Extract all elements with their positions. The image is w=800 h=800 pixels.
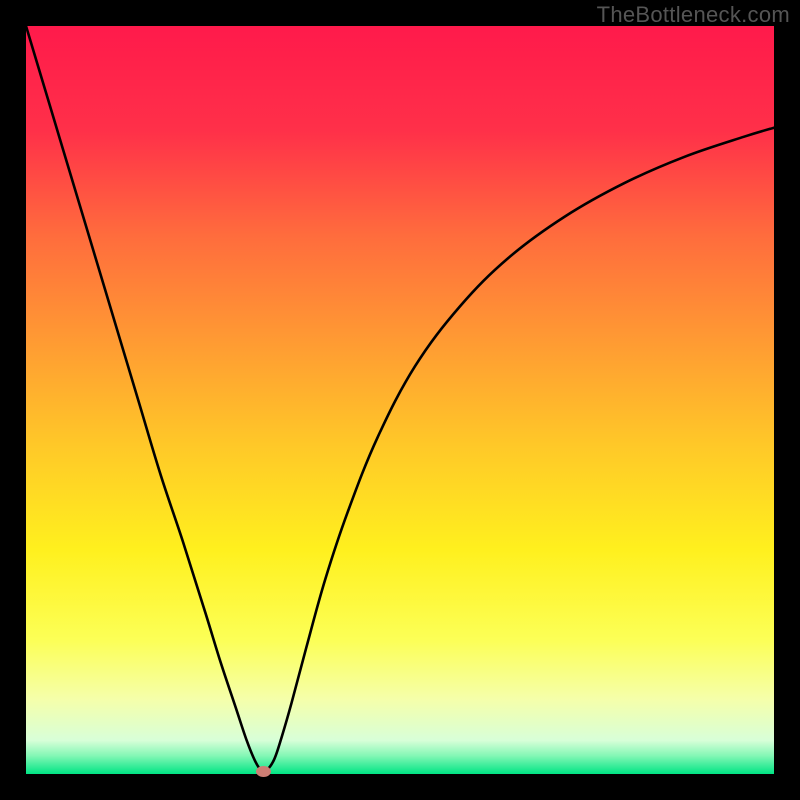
chart-frame: TheBottleneck.com	[0, 0, 800, 800]
bottleneck-chart	[26, 26, 774, 774]
watermark-text: TheBottleneck.com	[597, 2, 790, 28]
min-marker	[256, 766, 271, 777]
